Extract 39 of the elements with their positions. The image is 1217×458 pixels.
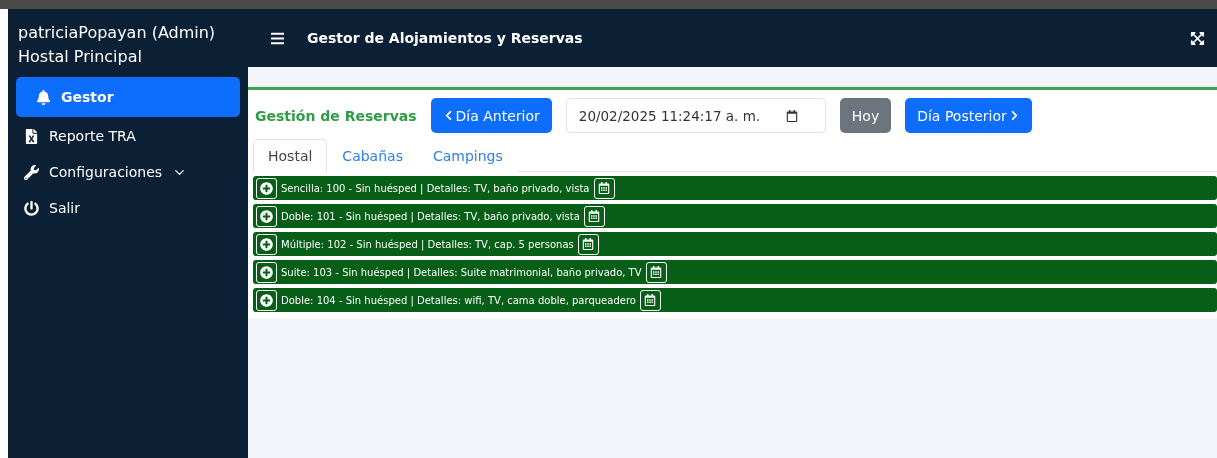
add-button[interactable] — [256, 177, 277, 199]
add-button[interactable] — [256, 289, 277, 311]
header-title: Gestor de Alojamientos y Reservas — [307, 30, 584, 46]
excel-icon — [24, 128, 39, 144]
calendar-button[interactable] — [639, 289, 661, 311]
tab[interactable]: Hostal — [253, 139, 328, 172]
calendar-icon — [650, 266, 663, 278]
add-button[interactable] — [256, 205, 277, 227]
card-title: Gestión de Reservas — [255, 107, 417, 124]
sidebar-item[interactable]: Gestor — [16, 77, 240, 117]
sidebar-item[interactable]: Reporte TRA — [16, 119, 240, 153]
sidebar-item[interactable]: Salir — [16, 191, 240, 225]
calendar-icon — [588, 210, 601, 222]
room-text: Doble: 101 - Sin huésped | Detalles: TV, baño privado, vista — [281, 210, 580, 222]
room-text: Múltiple: 102 - Sin huésped | Detalles: TV, cap. 5 personas — [281, 238, 574, 250]
room-text: Doble: 104 - Sin huésped | Detalles: wifi, TV, cama doble, parqueadero — [281, 294, 636, 306]
calendar-icon[interactable] — [786, 109, 799, 122]
date-field[interactable]: 20/02/2025 11:24:17 a. m. — [565, 98, 826, 133]
add-button[interactable] — [256, 233, 277, 255]
wrench-icon — [24, 164, 39, 180]
today-button[interactable]: Hoy — [839, 98, 892, 133]
calendar-icon — [582, 238, 595, 250]
calendar-button[interactable] — [577, 233, 599, 255]
room-text: Sencilla: 100 - Sin huésped | Detalles: TV, baño privado, vista — [281, 182, 590, 194]
previous-day-button[interactable]: Día Anterior — [430, 98, 552, 133]
calendar-button[interactable] — [645, 261, 667, 283]
expand-arrows-icon — [1190, 30, 1205, 46]
room-text: Suite: 103 - Sin huésped | Detalles: Suite matrimonial, baño privado, TV — [281, 266, 642, 278]
bell-icon — [36, 89, 51, 105]
menu-lines-icon — [270, 30, 285, 46]
user-info: patriciaPopayan (Admin) Hostal Principal — [17, 22, 217, 68]
add-button[interactable] — [256, 261, 277, 283]
sidebar-item[interactable]: Configuraciones — [16, 155, 240, 189]
calendar-button[interactable] — [593, 177, 615, 199]
calendar-button[interactable] — [583, 205, 605, 227]
next-day-button[interactable]: Día Posterior — [905, 98, 1032, 133]
calendar-icon — [598, 182, 610, 194]
power-icon — [24, 200, 39, 216]
calendar-icon — [644, 294, 657, 306]
